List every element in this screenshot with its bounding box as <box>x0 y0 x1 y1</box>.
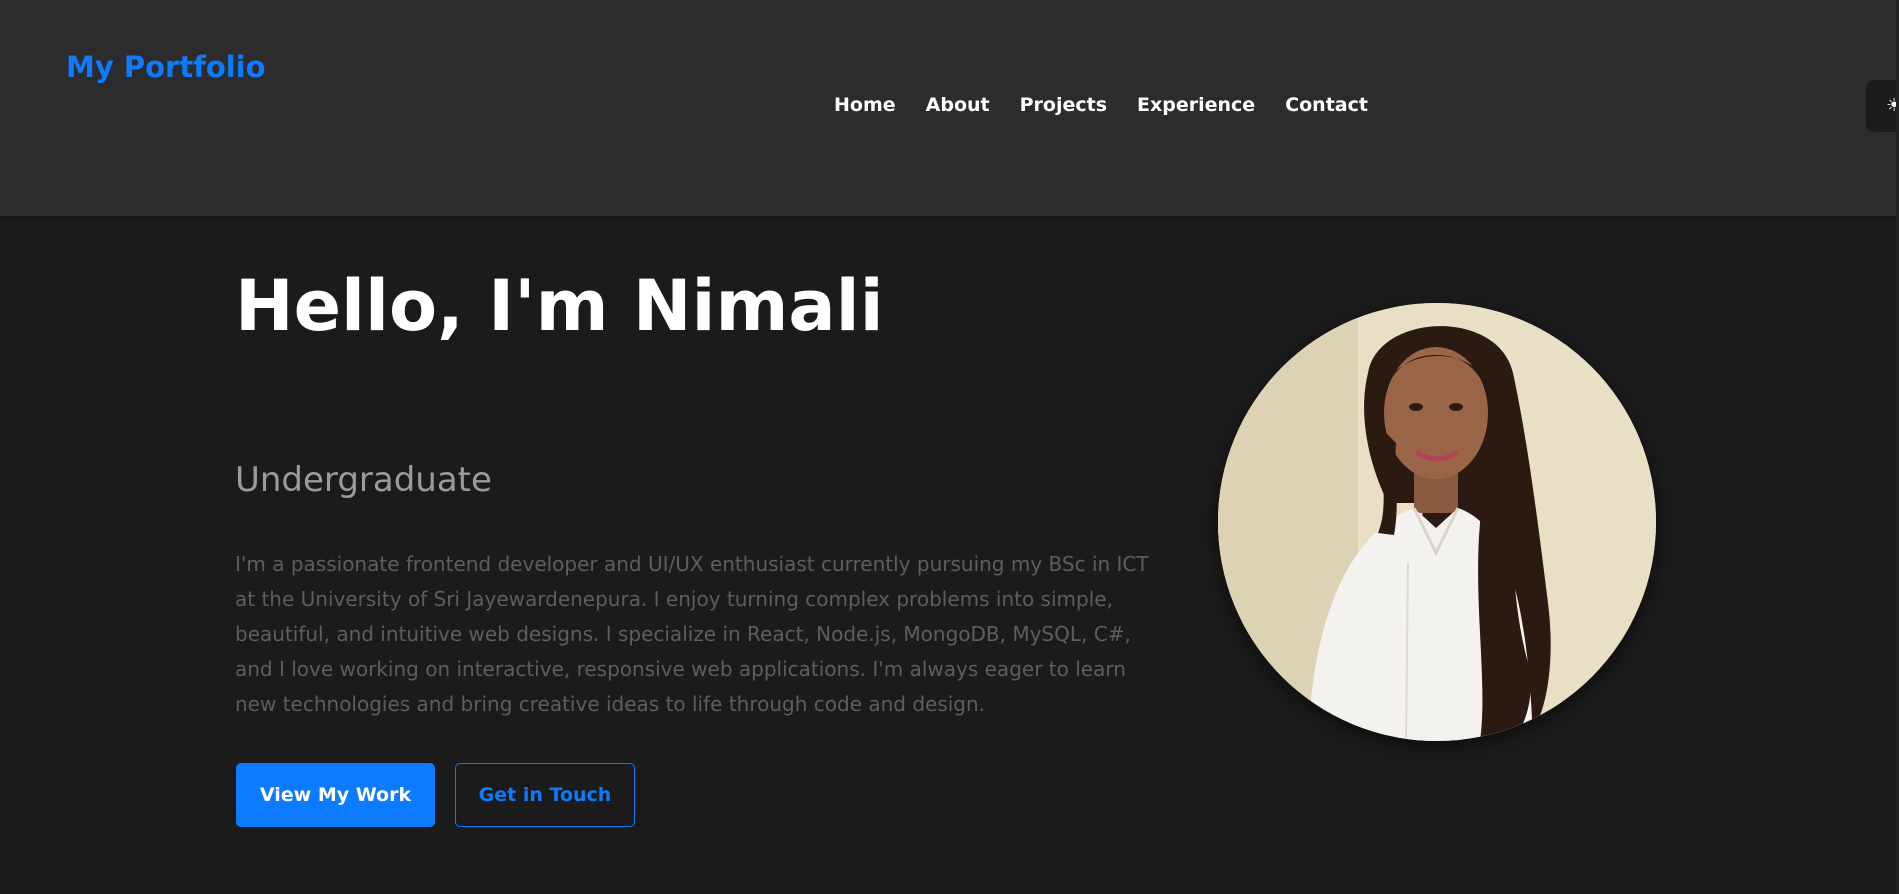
get-in-touch-button[interactable]: Get in Touch <box>455 763 635 827</box>
profile-photo <box>1218 303 1656 741</box>
nav-link-contact[interactable]: Contact <box>1285 94 1368 116</box>
nav-link-experience[interactable]: Experience <box>1137 94 1255 116</box>
portfolio-page: My Portfolio Home About Projects Experie… <box>0 0 1899 894</box>
hero-subtitle: Undergraduate <box>235 460 492 500</box>
navbar: My Portfolio Home About Projects Experie… <box>0 0 1899 216</box>
nav-link-projects[interactable]: Projects <box>1020 94 1107 116</box>
hero-description: I'm a passionate frontend developer and … <box>235 552 1149 716</box>
hero-greeting: Hello, I'm Nimali <box>235 265 884 347</box>
profile-illustration <box>1218 303 1656 741</box>
brand-logo-link[interactable]: My Portfolio <box>66 50 266 84</box>
view-my-work-button[interactable]: View My Work <box>236 763 435 827</box>
theme-toggle-button[interactable]: ☀ <box>1866 80 1899 132</box>
main-nav: Home About Projects Experience Contact <box>834 94 1368 116</box>
nav-link-home[interactable]: Home <box>834 94 896 116</box>
nav-link-about[interactable]: About <box>926 94 990 116</box>
